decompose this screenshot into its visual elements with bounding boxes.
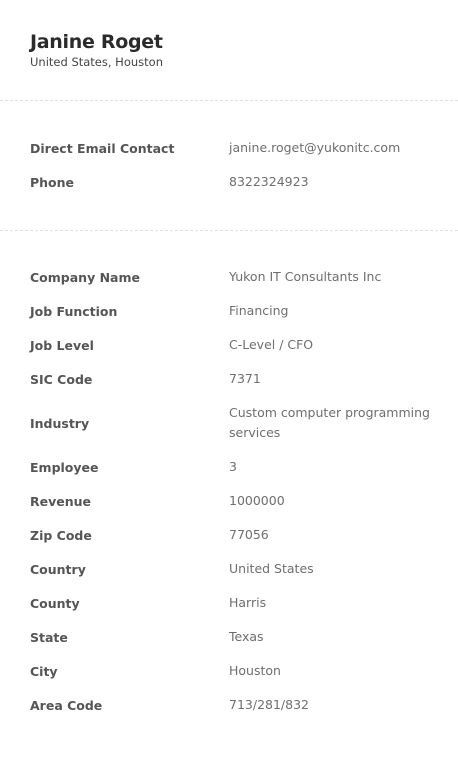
job-level-row: Job Level C-Level / CFO — [30, 328, 440, 362]
state-row: State Texas — [30, 620, 440, 654]
job-function-row: Job Function Financing — [30, 294, 440, 328]
company-row: Company Name Yukon IT Consultants Inc — [30, 260, 440, 294]
divider — [0, 230, 458, 231]
industry-row: Industry Custom computer programming ser… — [30, 396, 440, 450]
email-value: janine.roget@yukonitc.com — [229, 140, 401, 155]
person-name: Janine Roget — [30, 31, 163, 53]
state-value: Texas — [229, 629, 264, 644]
email-row: Direct Email Contact janine.roget@yukoni… — [30, 131, 440, 165]
country-row: Country United States — [30, 552, 440, 586]
area-code-label: Area Code — [30, 697, 103, 713]
state-label: State — [30, 629, 68, 645]
phone-label: Phone — [30, 174, 75, 190]
revenue-value: 1000000 — [229, 493, 285, 508]
job-level-label: Job Level — [30, 337, 94, 353]
industry-label: Industry — [30, 415, 90, 431]
details-section: Company Name Yukon IT Consultants Inc Jo… — [30, 260, 440, 722]
county-row: County Harris — [30, 586, 440, 620]
sic-code-value: 7371 — [229, 371, 261, 386]
contact-section: Direct Email Contact janine.roget@yukoni… — [30, 131, 440, 199]
employee-row: Employee 3 — [30, 450, 440, 484]
zip-code-label: Zip Code — [30, 527, 92, 543]
job-function-label: Job Function — [30, 303, 118, 319]
zip-code-row: Zip Code 77056 — [30, 518, 440, 552]
country-label: Country — [30, 561, 86, 577]
country-value: United States — [229, 561, 314, 576]
sic-code-row: SIC Code 7371 — [30, 362, 440, 396]
city-value: Houston — [229, 663, 281, 678]
company-label: Company Name — [30, 269, 140, 285]
profile-header: Janine Roget United States, Houston — [30, 30, 430, 70]
job-level-value: C-Level / CFO — [229, 337, 314, 352]
revenue-row: Revenue 1000000 — [30, 484, 440, 518]
phone-value: 8322324923 — [229, 174, 309, 189]
divider — [0, 100, 458, 101]
zip-code-value: 77056 — [229, 527, 269, 542]
person-location: United States, Houston — [30, 55, 163, 69]
area-code-row: Area Code 713/281/832 — [30, 688, 440, 722]
company-value: Yukon IT Consultants Inc — [229, 269, 382, 284]
email-label: Direct Email Contact — [30, 140, 175, 156]
city-label: City — [30, 663, 58, 679]
county-value: Harris — [229, 595, 267, 610]
sic-code-label: SIC Code — [30, 371, 93, 387]
county-label: County — [30, 595, 80, 611]
city-row: City Houston — [30, 654, 440, 688]
employee-value: 3 — [229, 459, 237, 474]
area-code-value: 713/281/832 — [229, 697, 309, 712]
revenue-label: Revenue — [30, 493, 92, 509]
employee-label: Employee — [30, 459, 99, 475]
job-function-value: Financing — [229, 303, 289, 318]
industry-value: Custom computer programming services — [229, 405, 430, 440]
phone-row: Phone 8322324923 — [30, 165, 440, 199]
